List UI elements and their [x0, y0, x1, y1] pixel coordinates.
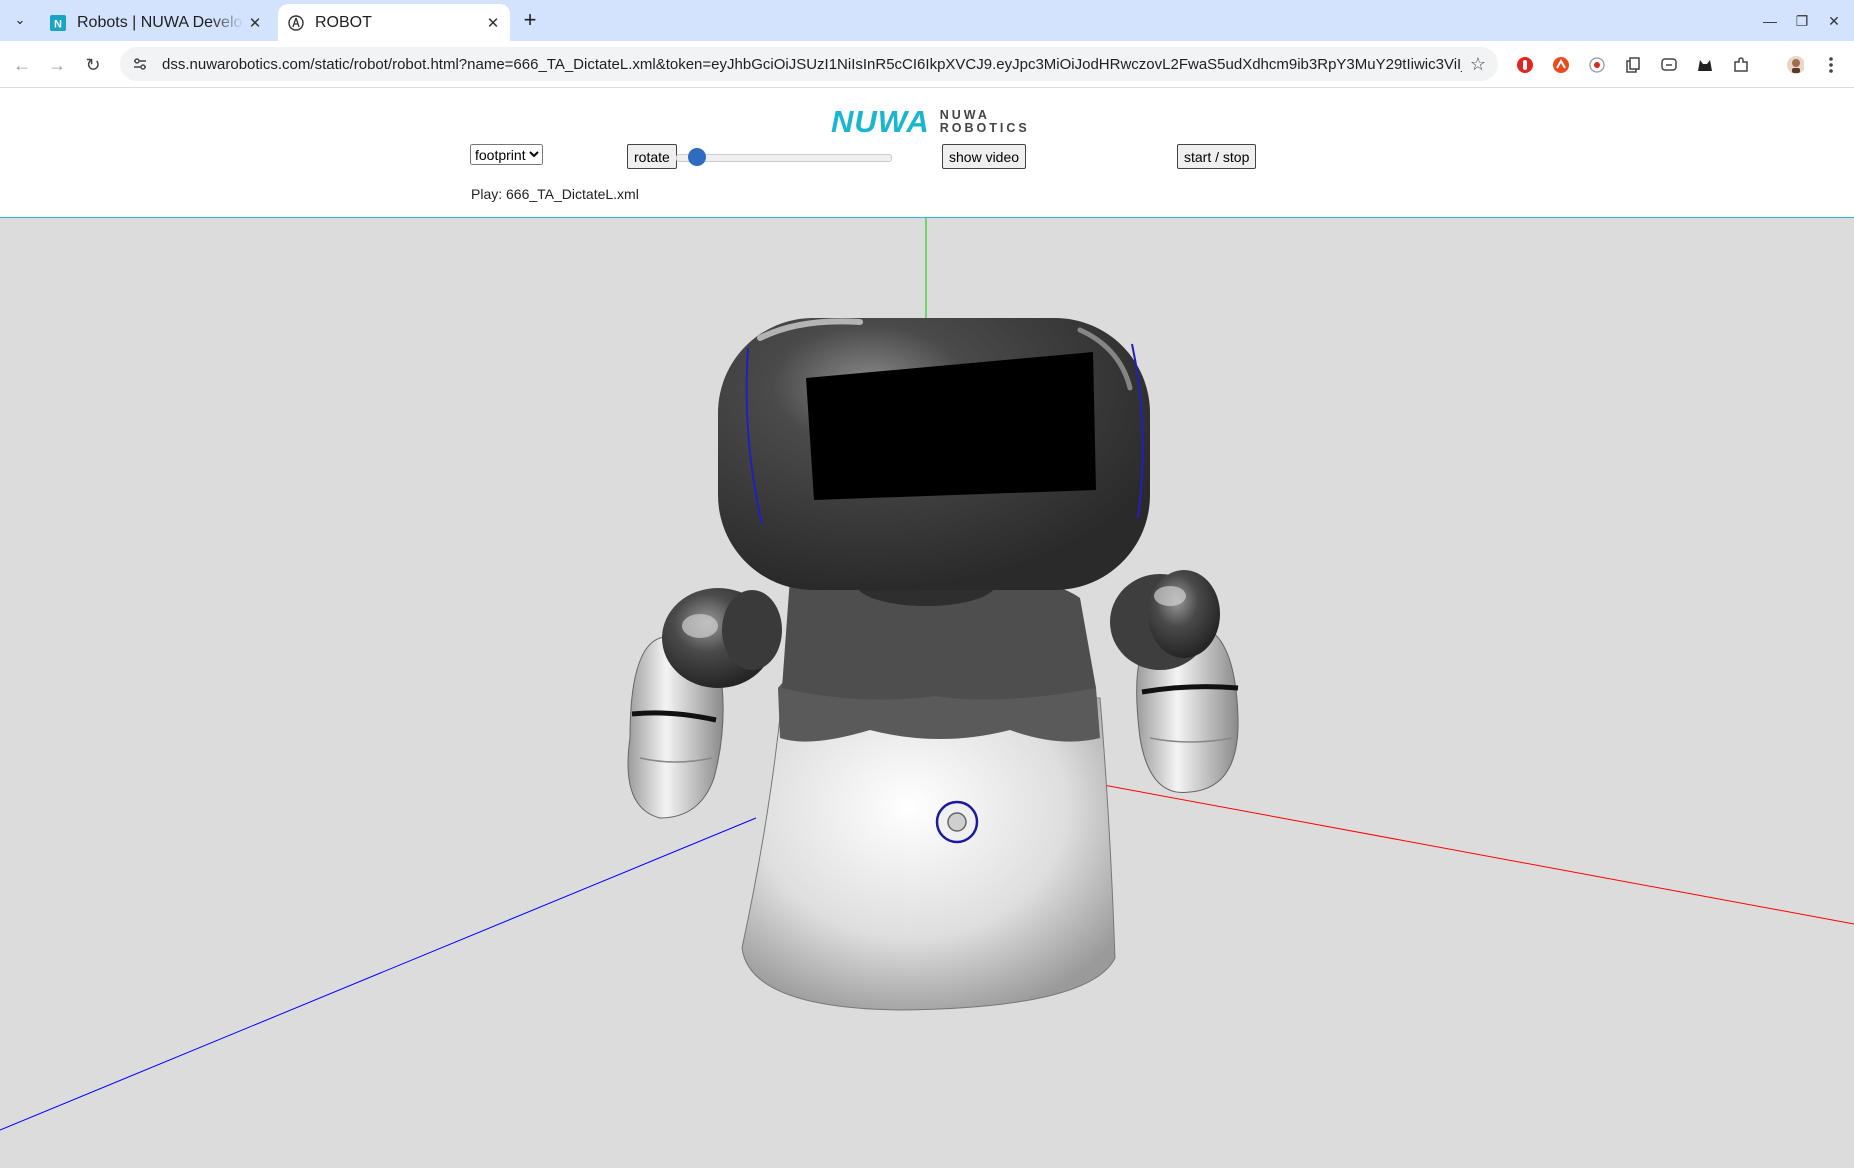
browser-tab-strip: ⌄ N Robots | NUWA Developers ✕ ROBOT ✕ +… [0, 0, 1854, 41]
bookmark-star-icon[interactable]: ☆ [1470, 54, 1486, 75]
play-status: Play: 666_TA_DictateL.xml [471, 186, 639, 202]
robot-body [741, 573, 1116, 1011]
extension-record-icon[interactable] [1588, 56, 1606, 74]
url-text: dss.nuwarobotics.com/static/robot/robot.… [162, 55, 1462, 73]
nuwa-favicon-icon: N [49, 14, 67, 32]
nuwa-logo: NUWA NUWA ROBOTICS [831, 104, 1030, 140]
start-stop-button[interactable]: start / stop [1177, 144, 1257, 169]
extensions-puzzle-icon[interactable] [1732, 56, 1750, 74]
forward-icon[interactable]: → [45, 53, 69, 77]
logo-mark: NUWA [831, 104, 930, 139]
extension-copy-icon[interactable] [1624, 56, 1642, 74]
extension-cat-icon[interactable] [1696, 56, 1714, 74]
tab-search-icon[interactable]: ⌄ [8, 8, 32, 32]
globe-icon [287, 14, 305, 32]
reload-icon[interactable]: ↻ [81, 53, 105, 77]
window-close-icon[interactable]: ✕ [1822, 10, 1846, 32]
minimize-icon[interactable]: — [1758, 10, 1782, 32]
rotate-button[interactable]: rotate [627, 144, 677, 169]
menu-kebab-icon[interactable] [1822, 56, 1840, 74]
extension-chat-icon[interactable] [1660, 56, 1678, 74]
site-info-icon[interactable] [130, 54, 150, 74]
axis-x-line [1097, 783, 1854, 925]
back-icon[interactable]: ← [10, 53, 34, 77]
new-tab-icon[interactable]: + [518, 7, 542, 32]
robot-page-header: NUWA NUWA ROBOTICS footprint rotate show… [0, 88, 1854, 218]
extension-red-icon[interactable] [1516, 56, 1534, 74]
tab-robot[interactable]: ROBOT ✕ [278, 4, 510, 41]
close-icon[interactable]: ✕ [244, 12, 266, 34]
address-bar[interactable]: dss.nuwarobotics.com/static/robot/robot.… [120, 47, 1498, 81]
robot-scene[interactable] [0, 218, 1854, 1168]
mode-select[interactable]: footprint [470, 144, 543, 165]
robot-3d-viewport[interactable] [0, 218, 1854, 1168]
logo-text: NUWA ROBOTICS [940, 109, 1030, 135]
close-icon[interactable]: ✕ [482, 12, 504, 34]
robot-head [718, 318, 1150, 590]
rotate-slider[interactable] [676, 154, 892, 162]
tab-title: Robots | NUWA Developers [77, 13, 244, 31]
axis-z-line [0, 817, 757, 1131]
logo-text-line2: ROBOTICS [939, 121, 1030, 135]
robot-face-screen [806, 352, 1096, 500]
profile-avatar[interactable] [1786, 56, 1804, 74]
robot-right-arm [1110, 570, 1239, 794]
svg-text:N: N [54, 18, 62, 30]
robot-left-arm [627, 588, 782, 819]
rotate-slider-thumb[interactable] [688, 148, 707, 166]
restore-icon[interactable]: ❐ [1790, 10, 1814, 32]
browser-toolbar: ← → ↻ dss.nuwarobotics.com/static/robot/… [0, 41, 1854, 88]
tab-title: ROBOT [315, 13, 372, 31]
tab-nuwa-developers[interactable]: N Robots | NUWA Developers ✕ [40, 4, 272, 41]
logo-text-line1: NUWA [939, 108, 990, 122]
extension-orange-icon[interactable] [1552, 56, 1570, 74]
show-video-button[interactable]: show video [942, 144, 1027, 169]
